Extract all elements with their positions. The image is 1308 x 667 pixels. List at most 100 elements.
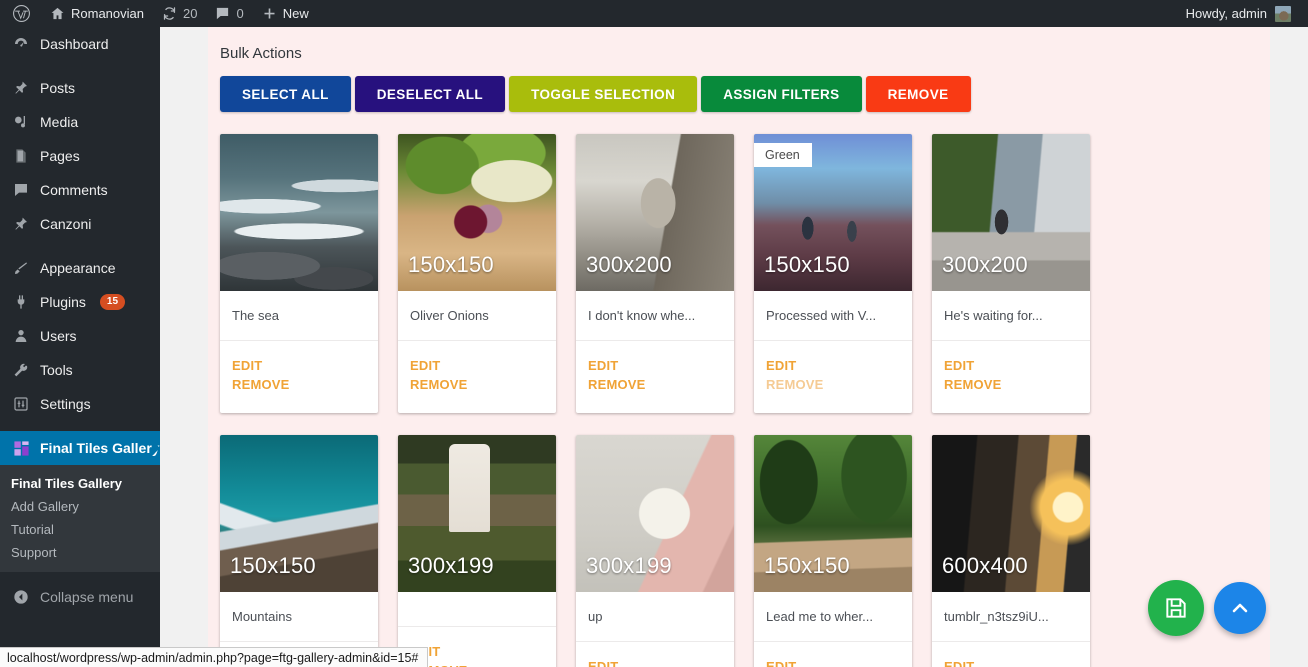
- sidebar-item-settings[interactable]: Settings: [0, 387, 160, 421]
- sidebar-separator: [0, 241, 160, 251]
- sidebar-item-appearance[interactable]: Appearance: [0, 251, 160, 285]
- gallery-card[interactable]: Green 150x150 Processed with V... EDIT REMOV…: [754, 134, 912, 413]
- gallery-card-actions: EDITREMOVE: [754, 640, 912, 667]
- submenu-item-tutorial[interactable]: Tutorial: [0, 518, 160, 541]
- gallery-grid: The sea EDIT REMOVE 150x150 Oliver Onions EDI…: [208, 134, 1270, 667]
- gallery-card[interactable]: 300x200 He's waiting for... EDIT REMOVE: [932, 134, 1090, 413]
- bulk-button-toggle-selection[interactable]: TOGGLE SELECTION: [509, 76, 698, 112]
- gallery-thumbnail[interactable]: 300x200: [576, 134, 734, 291]
- pin-icon: [11, 80, 31, 96]
- sidebar-item-label: Posts: [40, 80, 76, 96]
- edit-link[interactable]: EDIT: [588, 658, 722, 667]
- collapse-arrow-icon: [11, 589, 31, 605]
- gallery-thumbnail[interactable]: 300x199: [576, 434, 734, 592]
- gallery-card[interactable]: 300x199 EDITREMOVE: [398, 434, 556, 667]
- sidebar-item-users[interactable]: Users: [0, 319, 160, 353]
- bulk-button-assign-filters[interactable]: ASSIGN FILTERS: [701, 76, 862, 112]
- image-size-label: 150x150: [764, 252, 850, 277]
- gallery-thumbnail[interactable]: 300x199: [398, 434, 556, 592]
- remove-link[interactable]: REMOVE: [410, 662, 544, 667]
- bulk-button-remove[interactable]: REMOVE: [865, 76, 971, 112]
- sidebar-item-canzoni[interactable]: Canzoni: [0, 207, 160, 241]
- gallery-card[interactable]: 150x150MountainsEDITREMOVE: [220, 434, 378, 667]
- comments-button[interactable]: 0: [206, 0, 252, 27]
- gallery-card-title: I don't know whe...: [588, 308, 696, 323]
- gallery-thumbnail[interactable]: 150x150: [220, 434, 378, 592]
- sidebar-item-label: Settings: [40, 396, 91, 412]
- gallery-card-actions: EDITREMOVE: [398, 340, 556, 413]
- new-content-button[interactable]: New: [253, 0, 318, 27]
- sidebar-item-tools[interactable]: Tools: [0, 353, 160, 387]
- edit-link[interactable]: EDIT: [766, 658, 900, 667]
- sidebar-item-label: Tools: [40, 362, 73, 378]
- save-icon: [1163, 595, 1189, 621]
- gallery-card[interactable]: 150x150 Oliver Onions EDIT REMOVE: [398, 134, 556, 413]
- gallery-thumbnail[interactable]: Green 150x150: [754, 134, 912, 291]
- gallery-card[interactable]: The sea EDIT REMOVE: [220, 134, 378, 413]
- gallery-thumbnail[interactable]: 150x150: [754, 434, 912, 592]
- my-account-button[interactable]: Howdy, admin: [1177, 0, 1300, 27]
- settings-icon: [11, 396, 31, 412]
- ftg-gallery-panel: Bulk Actions SELECT ALL DESELECT ALL TOGGL…: [208, 27, 1270, 667]
- scroll-to-top-fab[interactable]: [1214, 582, 1266, 634]
- image-size-label: 300x200: [942, 252, 1028, 277]
- edit-link[interactable]: EDIT: [588, 357, 722, 376]
- thumbnail-image: [220, 134, 378, 291]
- filter-tag-badge[interactable]: Green: [754, 143, 812, 167]
- gallery-card-title: [398, 592, 556, 626]
- edit-link[interactable]: EDIT: [944, 357, 1078, 376]
- image-size-label: 150x150: [764, 552, 850, 578]
- remove-link[interactable]: REMOVE: [232, 376, 366, 395]
- collapse-menu-label: Collapse menu: [40, 589, 134, 605]
- sidebar-item-pages[interactable]: Pages: [0, 139, 160, 173]
- gallery-card[interactable]: 150x150 Lead me to wher... EDITREMOVE: [754, 434, 912, 667]
- ftg-submenu: Final Tiles Gallery Add Gallery Tutorial…: [0, 465, 160, 572]
- edit-link[interactable]: EDIT: [944, 658, 1078, 667]
- sidebar-item-plugins[interactable]: Plugins 15: [0, 285, 160, 319]
- sidebar-item-dashboard[interactable]: Dashboard: [0, 27, 160, 61]
- gallery-card-actions: EDITREMOVE: [932, 640, 1090, 667]
- edit-link[interactable]: EDIT: [232, 357, 366, 376]
- gallery-thumbnail[interactable]: 150x150: [398, 134, 556, 291]
- remove-link[interactable]: REMOVE: [944, 376, 1078, 395]
- sidebar-item-label: Dashboard: [40, 36, 109, 52]
- bulk-button-deselect-all[interactable]: DESELECT ALL: [354, 76, 506, 112]
- avatar: [1275, 5, 1291, 22]
- gallery-thumbnail[interactable]: [220, 134, 378, 291]
- gallery-card[interactable]: 300x200 I don't know whe... EDIT REMOVE: [576, 134, 734, 413]
- bulk-button-select-all[interactable]: SELECT ALL: [220, 76, 351, 112]
- sidebar-item-label: Comments: [40, 182, 108, 198]
- remove-link[interactable]: REMOVE: [410, 376, 544, 395]
- comment-icon: [11, 182, 31, 198]
- edit-link[interactable]: EDIT: [766, 357, 900, 376]
- edit-link[interactable]: EDIT: [410, 357, 544, 376]
- submenu-item-final-tiles-gallery[interactable]: Final Tiles Gallery: [0, 472, 160, 495]
- gallery-thumbnail[interactable]: 600x400: [932, 434, 1090, 592]
- remove-link[interactable]: REMOVE: [588, 376, 722, 395]
- submenu-item-add-gallery[interactable]: Add Gallery: [0, 495, 160, 518]
- media-icon: [11, 114, 31, 130]
- remove-link[interactable]: REMOVE: [766, 376, 900, 395]
- save-gallery-fab[interactable]: [1148, 580, 1204, 636]
- wordpress-logo-button[interactable]: [0, 0, 41, 27]
- gallery-card-title: up: [588, 608, 603, 624]
- bulk-actions-buttons: SELECT ALL DESELECT ALL TOGGLE SELECTION AS…: [220, 76, 1258, 112]
- sidebar-item-label: Appearance: [40, 260, 116, 276]
- updates-button[interactable]: 20: [153, 0, 206, 27]
- gallery-card[interactable]: 300x199 up EDITREMOVE: [576, 434, 734, 667]
- sidebar-item-media[interactable]: Media: [0, 105, 160, 139]
- gallery-card[interactable]: 600x400 tumblr_n3tsz9iU... EDITREMOVE: [932, 434, 1090, 667]
- sidebar-item-comments[interactable]: Comments: [0, 173, 160, 207]
- wordpress-icon: [12, 4, 31, 23]
- collapse-menu-button[interactable]: Collapse menu: [0, 580, 160, 614]
- gallery-thumbnail[interactable]: 300x200: [932, 134, 1090, 291]
- edit-link[interactable]: EDIT: [410, 643, 544, 662]
- submenu-item-support[interactable]: Support: [0, 541, 160, 564]
- admin-bar: Romanovian 20 0 New Howdy, admin: [0, 0, 1308, 27]
- site-name-button[interactable]: Romanovian: [41, 0, 153, 27]
- sidebar-item-label: Pages: [40, 148, 80, 164]
- gallery-card-actions: EDITREMOVE: [576, 340, 734, 413]
- howdy-label: Howdy, admin: [1185, 6, 1267, 21]
- sidebar-item-posts[interactable]: Posts: [0, 71, 160, 105]
- sidebar-item-final-tiles-gallery[interactable]: Final Tiles Gallery: [0, 431, 160, 465]
